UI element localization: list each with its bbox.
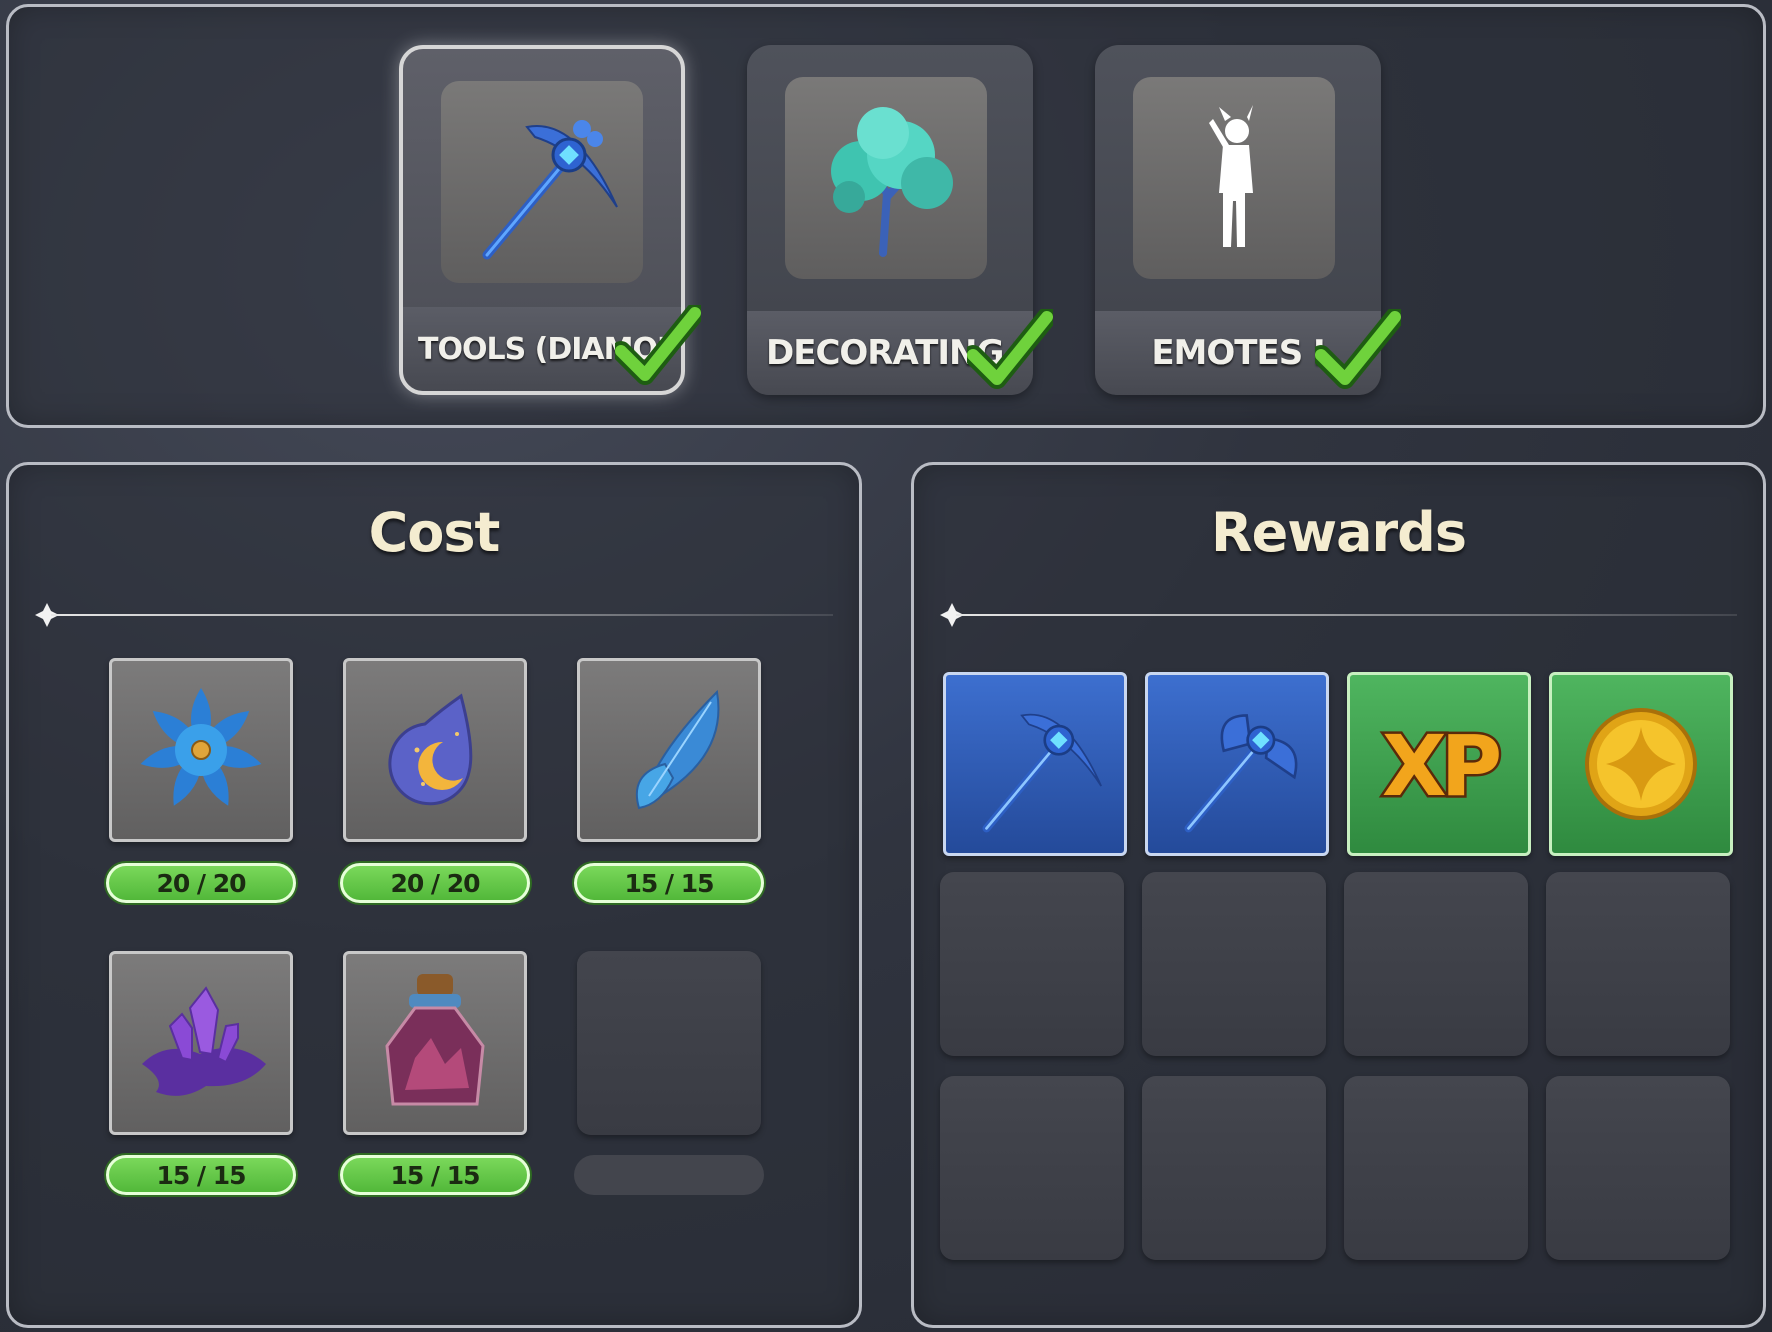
skill-card-decorating[interactable]: DECORATING V [747,45,1053,395]
cost-progress-pill: 20 / 20 [106,863,296,903]
section-divider [940,603,1737,627]
cost-title: Cost [368,501,501,564]
cost-panel: Cost 20 / 20 20 / 20 15 / 15 15 / 15 15 … [6,462,862,1328]
reward-slot[interactable]: XP [1347,672,1531,856]
skill-card-tools-diamond[interactable]: TOOLS (DIAMOND) [399,45,701,395]
cost-progress-pill: 20 / 20 [340,863,530,903]
reward-slot[interactable] [1145,672,1329,856]
reward-slot[interactable] [1549,672,1733,856]
moon-drop-icon [388,693,473,806]
reward-slot[interactable] [943,672,1127,856]
reward-slot-empty [1344,872,1528,1056]
skill-icon-box [785,77,987,279]
cost-progress-pill-empty [574,1155,764,1195]
blue-flower-icon [140,688,262,806]
diamond-pickaxe-icon [982,713,1102,833]
rewards-panel: Rewards XP [911,462,1766,1328]
checkmark-icon [1315,309,1401,389]
cost-item-slot[interactable] [343,658,527,842]
reward-slot-empty [940,872,1124,1056]
cost-item-slot-empty [577,951,761,1135]
reward-slot-empty [1546,872,1730,1056]
tree-icon [831,107,953,257]
diamond-axe-icon [1184,714,1298,833]
cost-progress-pill: 15 / 15 [340,1155,530,1195]
xp-icon: XP [1379,715,1508,818]
skill-icon-box [1133,77,1335,279]
reward-slot-empty [1142,1076,1326,1260]
cost-item-slot[interactable] [343,951,527,1135]
skill-label: EMOTES I [1151,333,1325,373]
checkmark-icon [615,305,701,385]
skill-selector-panel: TOOLS (DIAMOND) DECORATING V [6,4,1766,428]
cost-item-slot[interactable] [577,658,761,842]
rewards-title: Rewards [1211,501,1467,564]
cost-progress-pill: 15 / 15 [106,1155,296,1195]
amethyst-crystal-icon [142,986,266,1096]
reward-slot-empty [940,1076,1124,1260]
reward-slot-empty [1142,872,1326,1056]
skill-card-emotes[interactable]: EMOTES I [1095,45,1401,395]
emote-pose-icon [1209,105,1253,247]
cost-item-slot[interactable] [109,951,293,1135]
cost-item-slot[interactable] [109,658,293,842]
xp-text: XP [1382,717,1500,815]
checkmark-icon [967,309,1053,389]
skill-icon-box [441,81,643,283]
reward-slot-empty [1546,1076,1730,1260]
section-divider [35,603,833,627]
fairy-wing-icon [635,689,720,810]
gold-coin-icon [1585,708,1697,820]
reward-slot-empty [1344,1076,1528,1260]
diamond-pickaxe-icon [482,120,618,260]
potion-bottle-icon [385,974,485,1106]
cost-progress-pill: 15 / 15 [574,863,764,903]
